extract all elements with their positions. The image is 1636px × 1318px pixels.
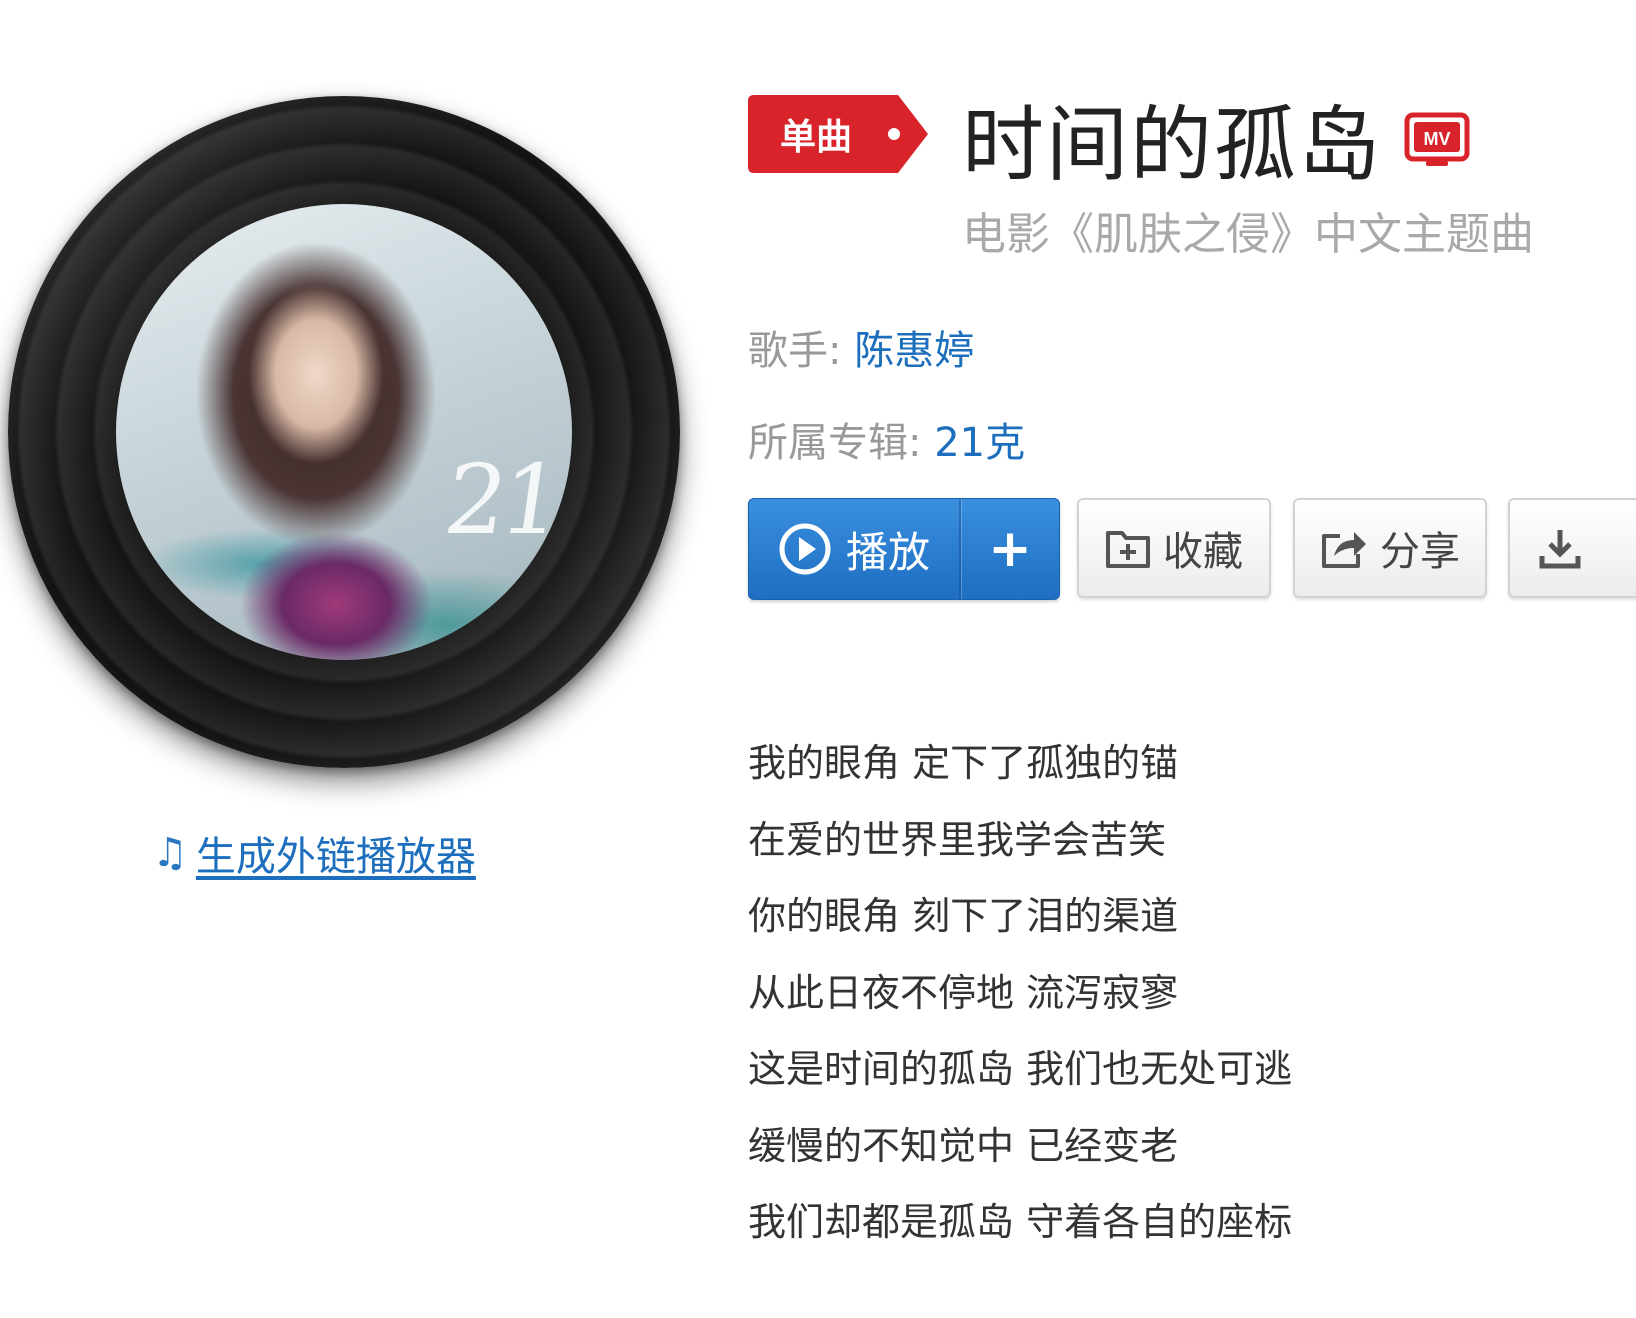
share-arrow-icon: [1322, 532, 1366, 568]
external-player-label: 生成外链播放器: [195, 834, 476, 880]
music-note-icon: ♫: [152, 830, 188, 876]
add-to-playlist-button[interactable]: +: [961, 499, 1059, 599]
play-circle-icon: [779, 523, 831, 575]
singer-key: 歌手:: [748, 328, 842, 374]
song-subtitle: 电影《肌肤之侵》中文主题曲: [962, 209, 1534, 260]
single-badge: 单曲: [748, 95, 928, 173]
collect-label: 收藏: [1163, 529, 1243, 575]
lyric-line: 在爱的世界里我学会苦笑: [748, 817, 1167, 862]
lyric-line: 你的眼角 刻下了泪的渠道: [748, 894, 1179, 938]
album-row: 所属专辑: 21克: [748, 410, 1025, 468]
play-button[interactable]: 播放: [749, 499, 959, 599]
folder-plus-icon: [1106, 531, 1150, 568]
album-vinyl: 21: [0, 82, 690, 772]
album-key: 所属专辑:: [748, 420, 922, 466]
external-player-link[interactable]: ♫ 生成外链播放器: [152, 824, 476, 882]
song-title: 时间的孤岛: [962, 98, 1383, 193]
badge-label: 单曲: [780, 117, 853, 158]
share-button[interactable]: 分享: [1293, 498, 1487, 598]
singer-row: 歌手: 陈惠婷: [748, 318, 974, 376]
download-icon: [1539, 530, 1581, 569]
lyric-line: 我们却都是孤岛 守着各自的座标: [748, 1200, 1293, 1244]
lyric-line: 这是时间的孤岛 我们也无处可逃: [748, 1047, 1293, 1091]
mv-label: MV: [1424, 129, 1451, 149]
collect-button[interactable]: 收藏: [1077, 498, 1271, 598]
lyric-line: 我的眼角 定下了孤独的锚: [748, 741, 1179, 785]
album-link[interactable]: 21克: [934, 420, 1025, 466]
lyrics-list: 我的眼角 定下了孤独的锚 在爱的世界里我学会苦笑 你的眼角 刻下了泪的渠道 从此…: [748, 733, 1292, 1269]
album-cover-text: 21: [438, 444, 565, 556]
mv-tv-icon[interactable]: MV: [1404, 112, 1470, 170]
singer-link[interactable]: 陈惠婷: [854, 328, 974, 374]
download-button[interactable]: [1508, 498, 1636, 598]
lyric-line: 从此日夜不停地 流泻寂寥: [748, 970, 1179, 1015]
play-button-group: 播放 +: [748, 498, 1060, 600]
share-label: 分享: [1380, 529, 1460, 575]
lyric-line: 缓慢的不知觉中 已经变老: [748, 1123, 1179, 1168]
album-cover-image[interactable]: 21: [116, 204, 572, 660]
song-page: 21 ♫ 生成外链播放器 单曲 时间的孤岛 MV 电影《肌肤之侵》中文主题曲 歌…: [0, 0, 1636, 1318]
play-label: 播放: [845, 527, 930, 577]
